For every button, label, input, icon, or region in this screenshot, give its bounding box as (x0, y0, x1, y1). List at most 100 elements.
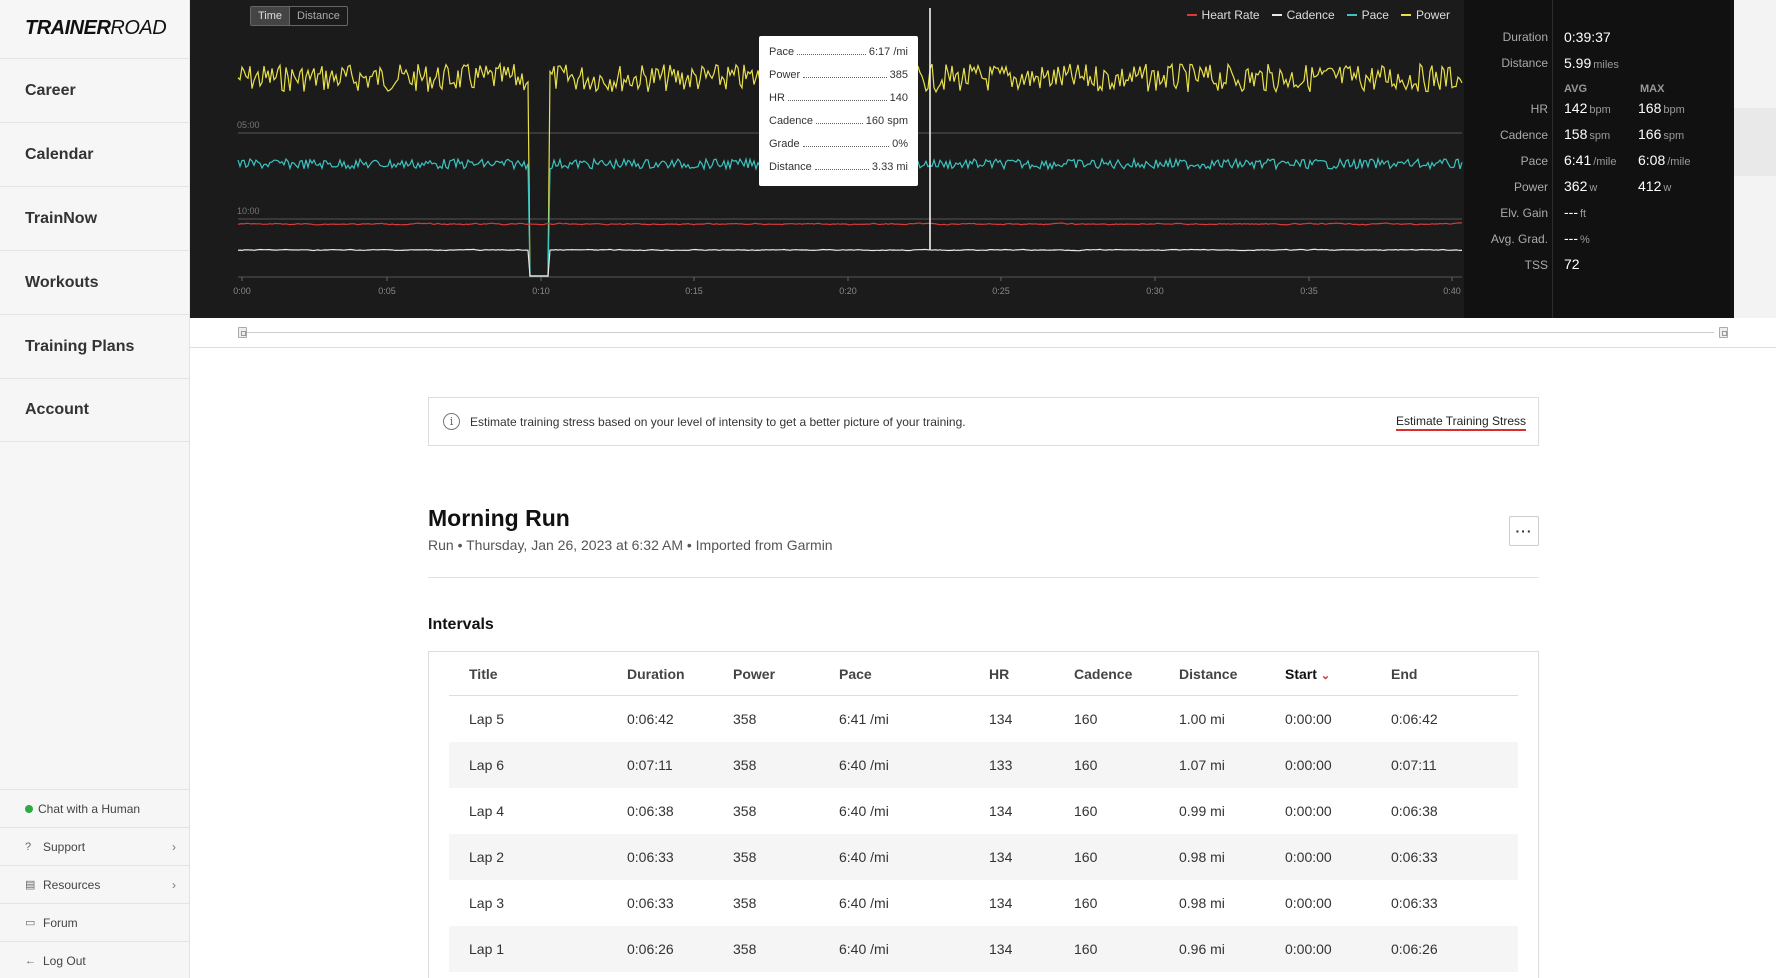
resources-link[interactable]: ▤ Resources › (0, 865, 190, 903)
legend-label: Heart Rate (1201, 8, 1260, 22)
tooltip-value: 140 (889, 92, 908, 104)
table-row[interactable]: Lap 4 0:06:38 358 6:40 /mi 134 160 0.99 mi 0:00… (449, 788, 1518, 834)
legend-cadence[interactable]: Cadence (1271, 8, 1335, 22)
logout-link[interactable]: ← Log Out (0, 941, 190, 978)
toggle-distance[interactable]: Distance (289, 7, 347, 25)
column-header-distance[interactable]: Distance (1179, 652, 1237, 696)
stat-avg-value: ---% (1564, 230, 1590, 246)
intervals-table-container: Title Duration Power Pace HR Cadence Dis… (428, 651, 1539, 978)
cell-power: 358 (733, 941, 757, 957)
column-header-power[interactable]: Power (733, 652, 775, 696)
resources-label: Resources (43, 877, 101, 892)
legend-power[interactable]: Power (1400, 8, 1450, 22)
table-row[interactable]: Lap 2 0:06:33 358 6:40 /mi 134 160 0.98 mi 0:00… (449, 834, 1518, 880)
cell-pace: 6:40 /mi (839, 849, 889, 865)
more-options-button[interactable]: ··· (1509, 516, 1539, 546)
nav-workouts[interactable]: Workouts (0, 250, 190, 314)
workout-chart[interactable]: Time Distance Heart Rate Cadence Pace Po… (190, 0, 1464, 318)
chat-with-human-link[interactable]: Chat with a Human (0, 789, 190, 827)
nav-trainnow[interactable]: TrainNow (0, 186, 190, 250)
help-circle-icon: ? (25, 840, 32, 853)
chart-legend: Heart Rate Cadence Pace Power (1186, 8, 1450, 22)
cell-duration: 0:07:11 (627, 757, 673, 773)
range-start-handle[interactable] (238, 327, 247, 338)
nav-calendar[interactable]: Calendar (0, 122, 190, 186)
support-label: Support (43, 839, 86, 854)
table-row[interactable]: Lap 3 0:06:33 358 6:40 /mi 134 160 0.98 mi 0:00… (449, 880, 1518, 926)
cell-pace: 6:40 /mi (839, 803, 889, 819)
cell-end: 0:06:33 (1391, 849, 1438, 865)
stat-number: --- (1564, 230, 1578, 246)
cell-pace: 6:40 /mi (839, 895, 889, 911)
toggle-time[interactable]: Time (251, 7, 290, 25)
time-range-slider (190, 318, 1776, 348)
stat-avg-value: 6:41/mile (1564, 152, 1616, 168)
cell-power: 358 (733, 803, 757, 819)
stat-avg-value: 142 bpm (1564, 100, 1611, 116)
tooltip-label: Grade (769, 138, 800, 150)
column-header-end[interactable]: End (1391, 652, 1417, 696)
forum-link[interactable]: ▭ Forum (0, 903, 190, 941)
stat-unit: w (1589, 182, 1598, 194)
trainerroad-logo[interactable]: TRAINERROAD (25, 17, 167, 40)
chevron-right-icon: › (172, 878, 176, 892)
estimate-training-stress-link[interactable]: Estimate Training Stress (1395, 414, 1526, 431)
pace-grid-label: 05:00 (237, 120, 260, 130)
stat-avg-value: --- ft (1564, 204, 1586, 220)
column-header-duration[interactable]: Duration (627, 652, 685, 696)
x-tick-label: 0:40 (1443, 286, 1461, 296)
cell-end: 0:07:11 (1391, 757, 1437, 773)
stat-label: Power (1513, 180, 1548, 194)
logout-label: Log Out (43, 953, 86, 968)
legend-pace[interactable]: Pace (1346, 8, 1389, 22)
tooltip-value: 160 spm (865, 115, 908, 127)
stat-avg-value: 72 (1564, 256, 1582, 272)
duration-label: Duration (1502, 30, 1548, 44)
table-row[interactable]: Lap 6 0:07:11 358 6:40 /mi 133 160 1.07 mi 0:00… (449, 742, 1518, 788)
stat-label: HR (1530, 102, 1548, 116)
duration-value: 0:39:37 (1564, 29, 1611, 45)
training-stress-banner: i Estimate training stress based on your… (428, 397, 1539, 446)
cell-hr: 134 (989, 941, 1013, 957)
stat-unit: /mile (1667, 156, 1691, 168)
tooltip-label: Distance (769, 161, 812, 173)
table-header-row: Title Duration Power Pace HR Cadence Dis… (449, 652, 1518, 696)
nav-training-plans[interactable]: Training Plans (0, 314, 190, 378)
stat-label: Pace (1520, 154, 1548, 168)
cell-distance: 0.98 mi (1179, 849, 1225, 865)
x-tick-label: 0:20 (839, 286, 857, 296)
range-track (242, 332, 1714, 333)
cell-hr: 134 (989, 711, 1013, 727)
stat-number: 6:08 (1638, 152, 1666, 168)
stat-number: 142 (1564, 100, 1588, 116)
tooltip-row-pace: Pace 6:17 /mi (769, 41, 908, 64)
stat-unit: bpm (1589, 104, 1611, 116)
nav-account[interactable]: Account (0, 378, 190, 442)
x-axis-toggle: Time Distance (250, 6, 348, 26)
intervals-heading: Intervals (428, 616, 494, 633)
tooltip-value: 0% (892, 138, 908, 150)
x-tick-label: 0:30 (1146, 286, 1164, 296)
column-header-cadence[interactable]: Cadence (1074, 652, 1132, 696)
range-end-handle[interactable] (1719, 327, 1728, 338)
cell-start: 0:00:00 (1285, 757, 1332, 773)
main-nav: Career Calendar TrainNow Workouts Traini… (0, 58, 190, 442)
cell-power: 358 (733, 757, 757, 773)
column-header-start[interactable]: Start ⌄ (1285, 652, 1330, 698)
column-header-title[interactable]: Title (469, 652, 498, 696)
support-link[interactable]: ? Support › (0, 827, 190, 865)
stat-unit: w (1663, 182, 1672, 194)
column-header-hr[interactable]: HR (989, 652, 1009, 696)
column-header-pace[interactable]: Pace (839, 652, 872, 696)
tooltip-row-distance: Distance 3.33 mi (769, 156, 908, 179)
stat-avg-value: 158 spm (1564, 126, 1610, 142)
table-row[interactable]: Lap 5 0:06:42 358 6:41 /mi 134 160 1.00 mi 0:00… (449, 696, 1518, 742)
cell-hr: 134 (989, 895, 1013, 911)
sidebar: TRAINERROAD Career Calendar TrainNow Wor… (0, 0, 190, 978)
legend-heart-rate[interactable]: Heart Rate (1186, 8, 1260, 22)
nav-career[interactable]: Career (0, 58, 190, 122)
stat-number: 158 (1564, 126, 1588, 142)
table-row[interactable]: Lap 1 0:06:26 358 6:40 /mi 134 160 0.96 mi 0:00… (449, 926, 1518, 972)
cell-start: 0:00:00 (1285, 941, 1332, 957)
tooltip-row-grade: Grade 0% (769, 133, 908, 156)
